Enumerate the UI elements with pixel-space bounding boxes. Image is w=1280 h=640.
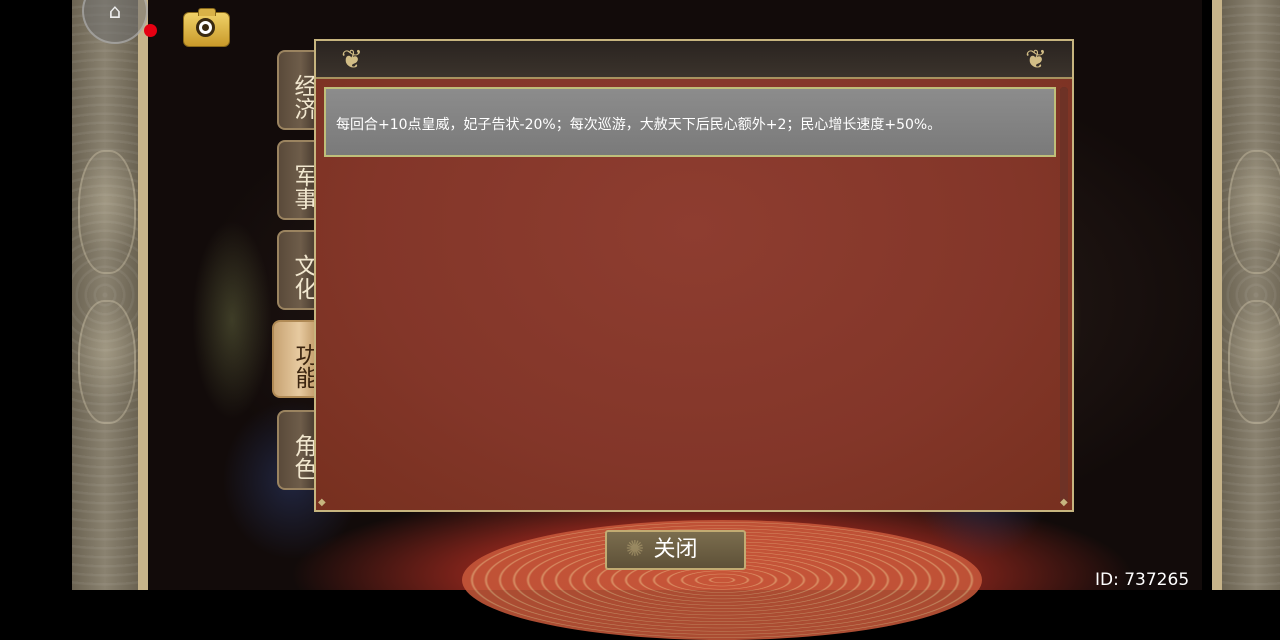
dragon-ornament-icon — [78, 150, 136, 274]
cloud-ornament-icon: ❦ — [1025, 45, 1047, 75]
tab-military-label: 军事 — [290, 163, 316, 210]
tab-function[interactable]: 功能 — [272, 320, 317, 398]
dragon-ornament-icon — [78, 300, 136, 424]
dialog-header: ❦ ❦ — [316, 41, 1072, 79]
close-button[interactable]: ✺ 关闭 — [605, 530, 746, 570]
cloud-ornament-icon: ❦ — [341, 45, 363, 75]
tab-military[interactable]: 军事 — [277, 140, 316, 220]
left-dragon-panel — [72, 0, 148, 590]
corner-ornament-icon: ◆ — [1060, 497, 1068, 508]
function-dialog: ❦ ❦ 每回合+10点皇威，妃子告状-20%；每次巡游，大赦天下后民心额外+2；… — [314, 39, 1074, 512]
dragon-ornament-icon — [1228, 300, 1280, 424]
left-lantern-glow — [192, 220, 272, 420]
tab-culture-label: 文化 — [290, 253, 316, 300]
corner-ornament-icon: ◆ — [318, 497, 326, 508]
scrollbar[interactable] — [1060, 87, 1068, 503]
close-button-label: 关闭 — [653, 537, 698, 562]
tab-economy[interactable]: 经济 — [277, 50, 316, 130]
tab-culture[interactable]: 文化 — [277, 230, 316, 310]
scrollbar-thumb[interactable] — [1060, 87, 1068, 503]
camera-lens — [196, 18, 215, 37]
tab-character-label: 角色 — [290, 433, 316, 480]
tab-character[interactable]: 角色 — [277, 410, 316, 490]
camera-icon[interactable] — [183, 8, 230, 47]
camera-top — [198, 8, 216, 16]
right-dragon-panel — [1212, 0, 1280, 590]
tab-function-label: 功能 — [291, 342, 317, 389]
player-id-label: ID: 737265 — [1095, 570, 1190, 590]
record-indicator-icon — [144, 24, 157, 37]
list-item-text: 每回合+10点皇威，妃子告状-20%；每次巡游，大赦天下后民心额外+2；民心增长… — [336, 117, 942, 133]
tab-economy-label: 经济 — [290, 73, 316, 120]
dragon-ornament-icon — [1228, 150, 1280, 274]
list-item[interactable]: 每回合+10点皇威，妃子告状-20%；每次巡游，大赦天下后民心额外+2；民心增长… — [324, 87, 1056, 157]
dragon-ornament-icon: ✺ — [625, 537, 645, 562]
